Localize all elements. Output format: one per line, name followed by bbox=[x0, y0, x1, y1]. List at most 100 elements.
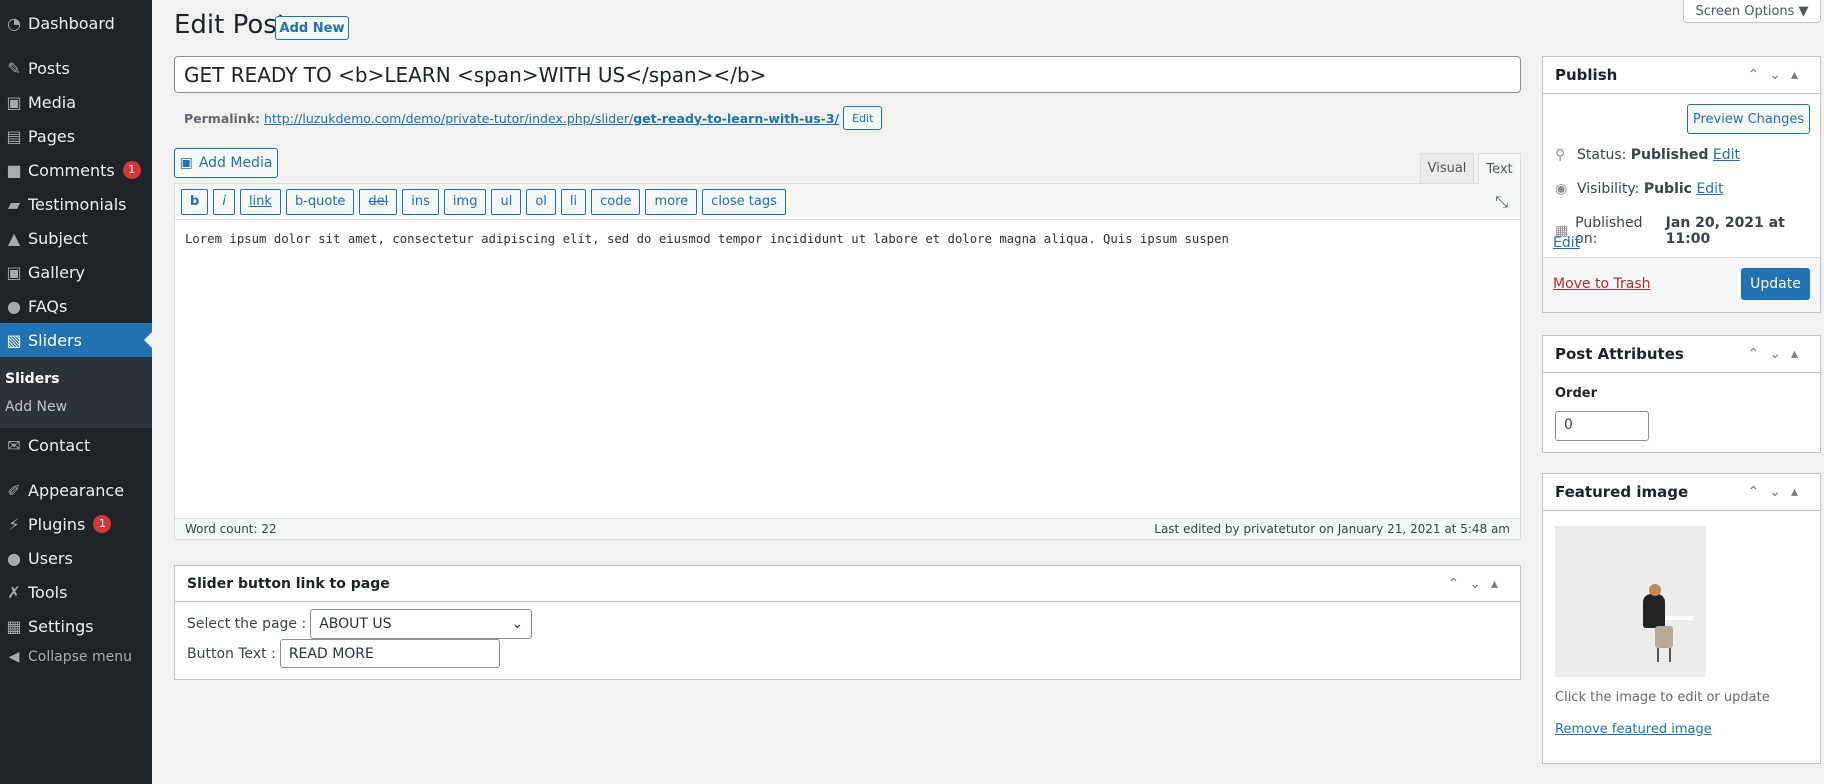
sidebar-item-contact[interactable]: ✉ Contact bbox=[0, 428, 152, 462]
preview-changes-button[interactable]: Preview Changes bbox=[1687, 104, 1810, 134]
user-icon: ● bbox=[7, 548, 21, 568]
chevron-down-icon: ⌄ bbox=[511, 616, 524, 632]
select-page-label: Select the page : bbox=[187, 616, 307, 632]
tab-text[interactable]: Text bbox=[1478, 153, 1521, 184]
tab-visual[interactable]: Visual bbox=[1420, 153, 1474, 183]
publish-metabox: Publish ⌃⌄▴ Preview Changes ⚲ Status: Publ… bbox=[1542, 56, 1821, 313]
attributes-title: Post Attributes bbox=[1555, 345, 1684, 363]
sidebar-item-label: Subject bbox=[28, 228, 88, 248]
sidebar-item-label: FAQs bbox=[28, 296, 68, 316]
wrench-icon: ✗ bbox=[7, 582, 21, 602]
comment-icon: ■ bbox=[6, 160, 22, 180]
add-media-button[interactable]: ▣ Add Media bbox=[174, 148, 278, 178]
sidebar-item-appearance[interactable]: ✐ Appearance bbox=[0, 473, 152, 507]
quicktag-li[interactable]: li bbox=[560, 188, 587, 215]
sidebar-item-sliders[interactable]: ▧ Sliders bbox=[0, 323, 152, 357]
collapse-menu[interactable]: ◀ Collapse menu bbox=[0, 640, 152, 674]
sidebar-item-media[interactable]: ▣ Media bbox=[0, 85, 152, 119]
gallery-icon: ▣ bbox=[6, 262, 22, 282]
faq-icon: ● bbox=[7, 296, 21, 316]
sidebar-item-users[interactable]: ● Users bbox=[0, 541, 152, 575]
featured-title: Featured image bbox=[1555, 483, 1689, 501]
sidebar-item-label: Comments bbox=[28, 160, 115, 180]
metabox-controls[interactable]: ⌃⌄▴ bbox=[1748, 346, 1809, 362]
update-count-badge: 1 bbox=[122, 161, 141, 179]
order-input[interactable]: 0 bbox=[1555, 411, 1649, 441]
collapse-icon: ◀ bbox=[8, 649, 20, 665]
post-title-input[interactable]: GET READY TO <b>LEARN <span>WITH US</spa… bbox=[174, 56, 1521, 93]
brush-icon: ✐ bbox=[7, 480, 21, 500]
metabox-controls[interactable]: ⌃⌄▴ bbox=[1748, 484, 1809, 500]
update-button[interactable]: Update bbox=[1741, 268, 1810, 300]
sidebar-item-label: Users bbox=[28, 548, 73, 568]
sidebar-item-label: Pages bbox=[28, 126, 76, 146]
sidebar-item-tools[interactable]: ✗ Tools bbox=[0, 575, 152, 609]
quicktag-code[interactable]: code bbox=[591, 188, 641, 215]
edit-status-link[interactable]: Edit bbox=[1713, 147, 1740, 163]
quicktag-close-tags[interactable]: close tags bbox=[702, 188, 786, 215]
permalink-edit-button[interactable]: Edit bbox=[843, 106, 883, 130]
add-new-button[interactable]: Add New bbox=[275, 16, 349, 40]
sidebar-item-comments[interactable]: ■ Comments 1 bbox=[0, 153, 152, 187]
quicktag-i[interactable]: i bbox=[213, 188, 235, 215]
sidebar-item-dashboard[interactable]: ◔ Dashboard bbox=[0, 6, 152, 40]
sidebar-item-settings[interactable]: ▦ Settings bbox=[0, 609, 152, 643]
sidebar-item-testimonials[interactable]: ▰ Testimonials bbox=[0, 187, 152, 221]
screen-options-button[interactable]: Screen Options ▼ bbox=[1683, 0, 1821, 23]
quicktag-b[interactable]: b bbox=[181, 188, 209, 215]
permalink-link[interactable]: http://luzukdemo.com/demo/private-tutor/… bbox=[264, 111, 839, 126]
sidebar-item-subject[interactable]: ▲ Subject bbox=[0, 221, 152, 255]
quicktag-ul[interactable]: ul bbox=[491, 188, 522, 215]
page-select[interactable]: ABOUT US ⌄ bbox=[310, 609, 533, 639]
settings-icon: ▦ bbox=[6, 616, 22, 636]
order-label: Order bbox=[1555, 386, 1597, 401]
sliders-submenu: Sliders Add New bbox=[0, 357, 152, 428]
quicktag-img[interactable]: img bbox=[443, 188, 487, 215]
button-text-input[interactable]: READ MORE bbox=[279, 639, 500, 668]
sidebar-item-label: Contact bbox=[28, 435, 91, 455]
button-text-label: Button Text : bbox=[187, 645, 276, 662]
slider-button-metabox: Slider button link to page ⌃⌄▴ Select the… bbox=[174, 565, 1521, 680]
fullscreen-icon[interactable]: ⤡ bbox=[1495, 192, 1508, 212]
quicktag-ol[interactable]: ol bbox=[526, 188, 556, 215]
pin-icon: ✎ bbox=[7, 58, 21, 78]
sidebar-item-label: Tools bbox=[28, 582, 68, 602]
quicktag-link[interactable]: link bbox=[239, 188, 281, 215]
publish-title: Publish bbox=[1555, 66, 1618, 84]
page-title: Edit Post bbox=[174, 10, 288, 40]
submenu-sliders[interactable]: Sliders bbox=[5, 371, 59, 387]
metabox-controls[interactable]: ⌃⌄▴ bbox=[1448, 576, 1509, 592]
sidebar-item-plugins[interactable]: ⚡ Plugins 1 bbox=[0, 507, 152, 541]
media-icon: ▣ bbox=[6, 92, 22, 112]
sidebar-item-gallery[interactable]: ▣ Gallery bbox=[0, 255, 152, 289]
sidebar-item-label: Sliders bbox=[28, 330, 82, 350]
metabox-title: Slider button link to page bbox=[187, 575, 390, 592]
quicktag-more[interactable]: more bbox=[645, 188, 698, 215]
sidebar-item-faqs[interactable]: ● FAQs bbox=[0, 289, 152, 323]
featured-hint: Click the image to edit or update bbox=[1555, 690, 1770, 705]
sidebar-item-posts[interactable]: ✎ Posts bbox=[0, 51, 152, 85]
featured-image[interactable] bbox=[1555, 526, 1706, 677]
submenu-add-new[interactable]: Add New bbox=[5, 399, 67, 415]
quicktag-ins[interactable]: ins bbox=[402, 188, 439, 215]
featured-image-metabox: Featured image ⌃⌄▴ Click the image to edi… bbox=[1542, 473, 1821, 764]
testimonials-icon: ▰ bbox=[7, 194, 21, 214]
slides-icon: ▧ bbox=[6, 330, 22, 350]
content-textarea[interactable]: Lorem ipsum dolor sit amet, consectetur … bbox=[175, 220, 1520, 520]
media-icon: ▣ bbox=[179, 155, 193, 171]
edit-visibility-link[interactable]: Edit bbox=[1696, 181, 1723, 197]
pin-icon: ⚲ bbox=[1555, 147, 1566, 163]
move-to-trash-link[interactable]: Move to Trash bbox=[1553, 276, 1651, 292]
dashboard-icon: ◔ bbox=[7, 13, 21, 33]
plugin-icon: ⚡ bbox=[8, 514, 20, 534]
post-attributes-metabox: Post Attributes ⌃⌄▴ Order 0 bbox=[1542, 335, 1821, 453]
sidebar-item-pages[interactable]: ▤ Pages bbox=[0, 119, 152, 153]
metabox-controls[interactable]: ⌃⌄▴ bbox=[1748, 67, 1809, 83]
sidebar-item-label: Plugins bbox=[28, 514, 86, 534]
sidebar-item-label: Posts bbox=[28, 58, 70, 78]
edit-date-link[interactable]: Edit bbox=[1553, 235, 1580, 251]
sidebar-item-label: Settings bbox=[28, 616, 94, 636]
quicktag-del[interactable]: del bbox=[359, 188, 398, 215]
quicktag-b-quote[interactable]: b-quote bbox=[285, 188, 355, 215]
remove-featured-image-link[interactable]: Remove featured image bbox=[1555, 722, 1712, 737]
